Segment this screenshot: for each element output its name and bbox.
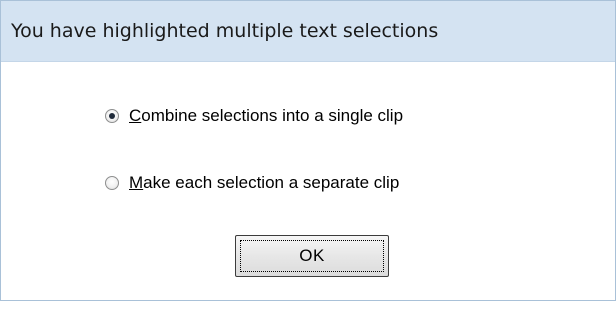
dialog-title: You have highlighted multiple text selec…	[11, 20, 439, 42]
mnemonic-char: M	[129, 173, 144, 192]
combine-selections-label[interactable]: Combine selections into a single clip	[129, 106, 403, 126]
mnemonic-char: C	[129, 106, 142, 125]
combine-selections-radio-option[interactable]: Combine selections into a single clip	[105, 104, 403, 128]
multiple-selection-dialog: You have highlighted multiple text selec…	[0, 0, 616, 301]
ok-button[interactable]: OK	[235, 235, 389, 277]
radio-selected-dot	[109, 113, 115, 119]
separate-clips-radio-option[interactable]: Make each selection a separate clip	[105, 171, 399, 195]
focus-rectangle: OK	[240, 240, 384, 272]
ok-button-label: OK	[299, 246, 325, 265]
radio-button-separate[interactable]	[105, 176, 119, 190]
separate-clips-label[interactable]: Make each selection a separate clip	[129, 173, 399, 193]
label-text: ake each selection a separate clip	[143, 173, 400, 192]
dialog-title-bar: You have highlighted multiple text selec…	[1, 1, 615, 62]
radio-button-combine[interactable]	[105, 109, 119, 123]
label-text: ombine selections into a single clip	[141, 106, 404, 125]
